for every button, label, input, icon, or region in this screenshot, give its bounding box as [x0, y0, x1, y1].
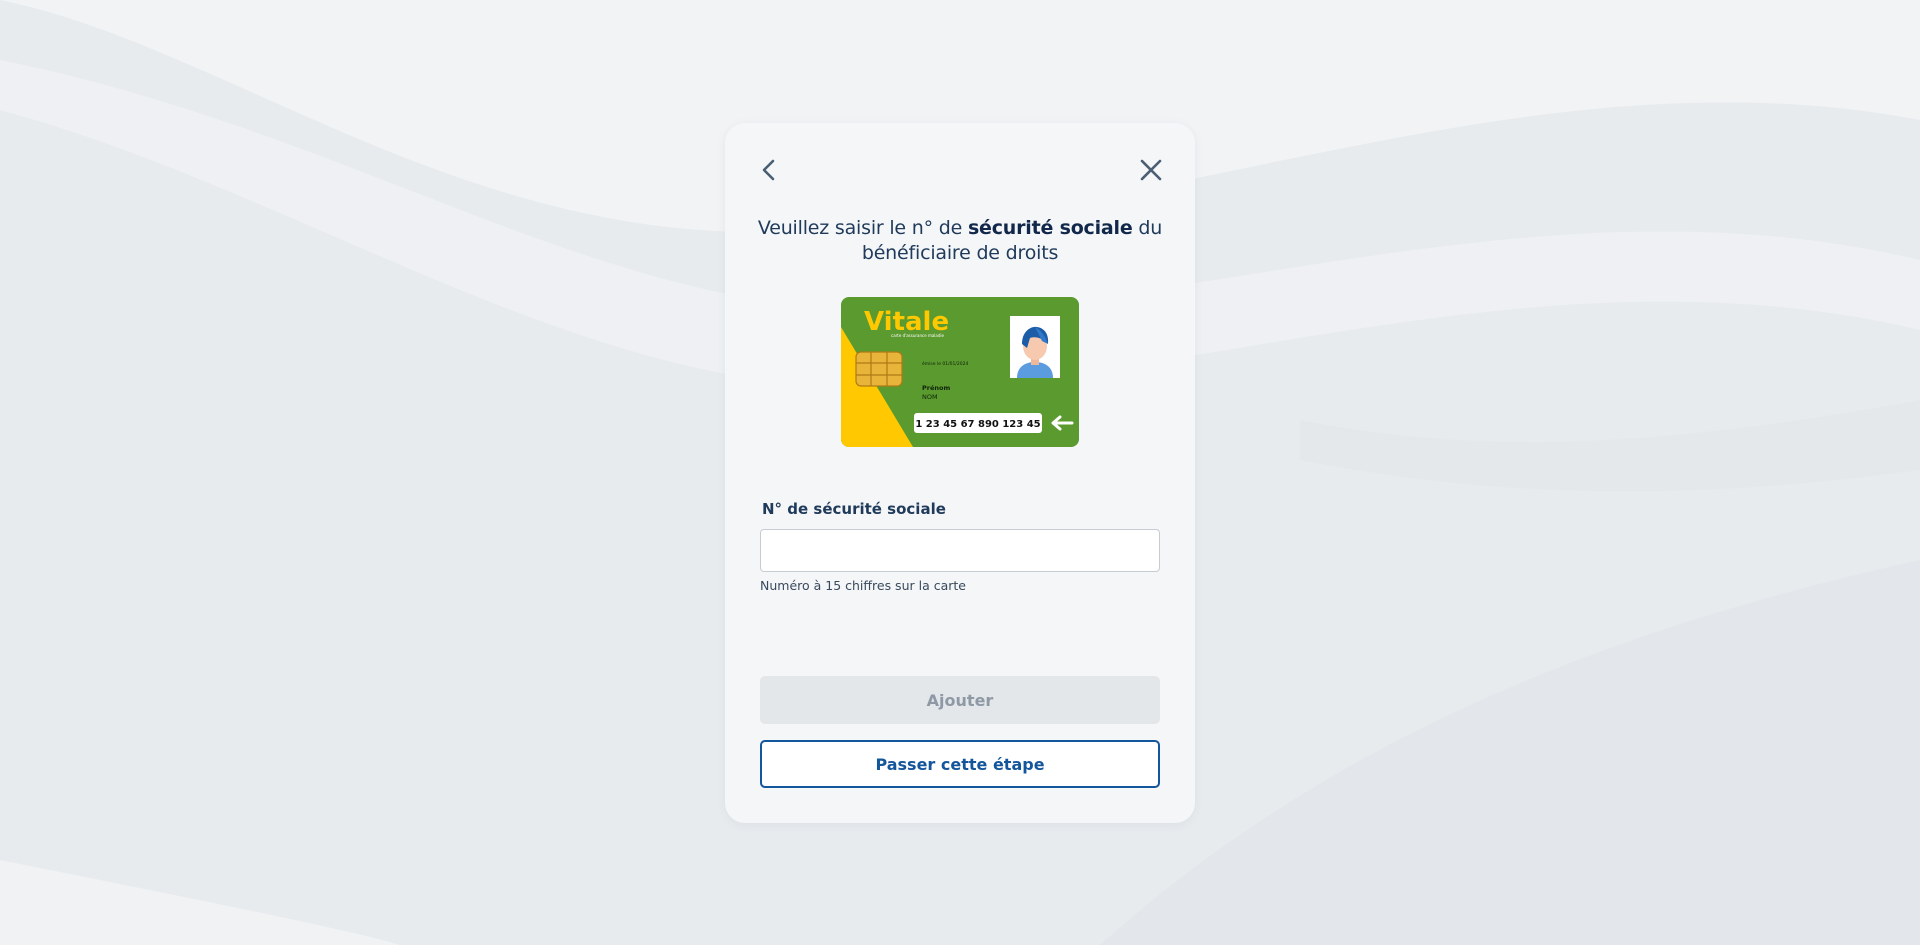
- close-icon: [1140, 159, 1162, 181]
- card-issued: émise le 01/01/2024: [922, 360, 968, 367]
- chevron-left-icon: [762, 159, 775, 181]
- close-button[interactable]: [1131, 150, 1171, 190]
- card-subtitle: carte d'assurance maladie: [891, 333, 945, 338]
- back-button[interactable]: [749, 150, 789, 190]
- vitale-card-illustration: Vitale carte d'assurance maladie émise l…: [841, 297, 1079, 447]
- card-number: 1 23 45 67 890 123 45: [915, 419, 1040, 430]
- card-first-name: Prénom: [922, 384, 950, 392]
- title-bold: sécurité sociale: [967, 217, 1133, 239]
- card-last-name: NOM: [922, 393, 938, 401]
- skip-step-button[interactable]: Passer cette étape: [760, 740, 1160, 788]
- title-prefix: Veuillez saisir le n° de: [757, 217, 968, 239]
- add-button[interactable]: Ajouter: [760, 676, 1160, 724]
- ssn-hint: Numéro à 15 chiffres sur la carte: [760, 578, 966, 593]
- vitale-modal: Veuillez saisir le n° de sécurité social…: [725, 123, 1195, 823]
- modal-title: Veuillez saisir le n° de sécurité social…: [755, 216, 1165, 266]
- ssn-label: N° de sécurité sociale: [762, 500, 946, 518]
- ssn-input[interactable]: [760, 529, 1160, 572]
- chip-icon: [855, 351, 903, 387]
- photo-avatar: [1010, 316, 1060, 378]
